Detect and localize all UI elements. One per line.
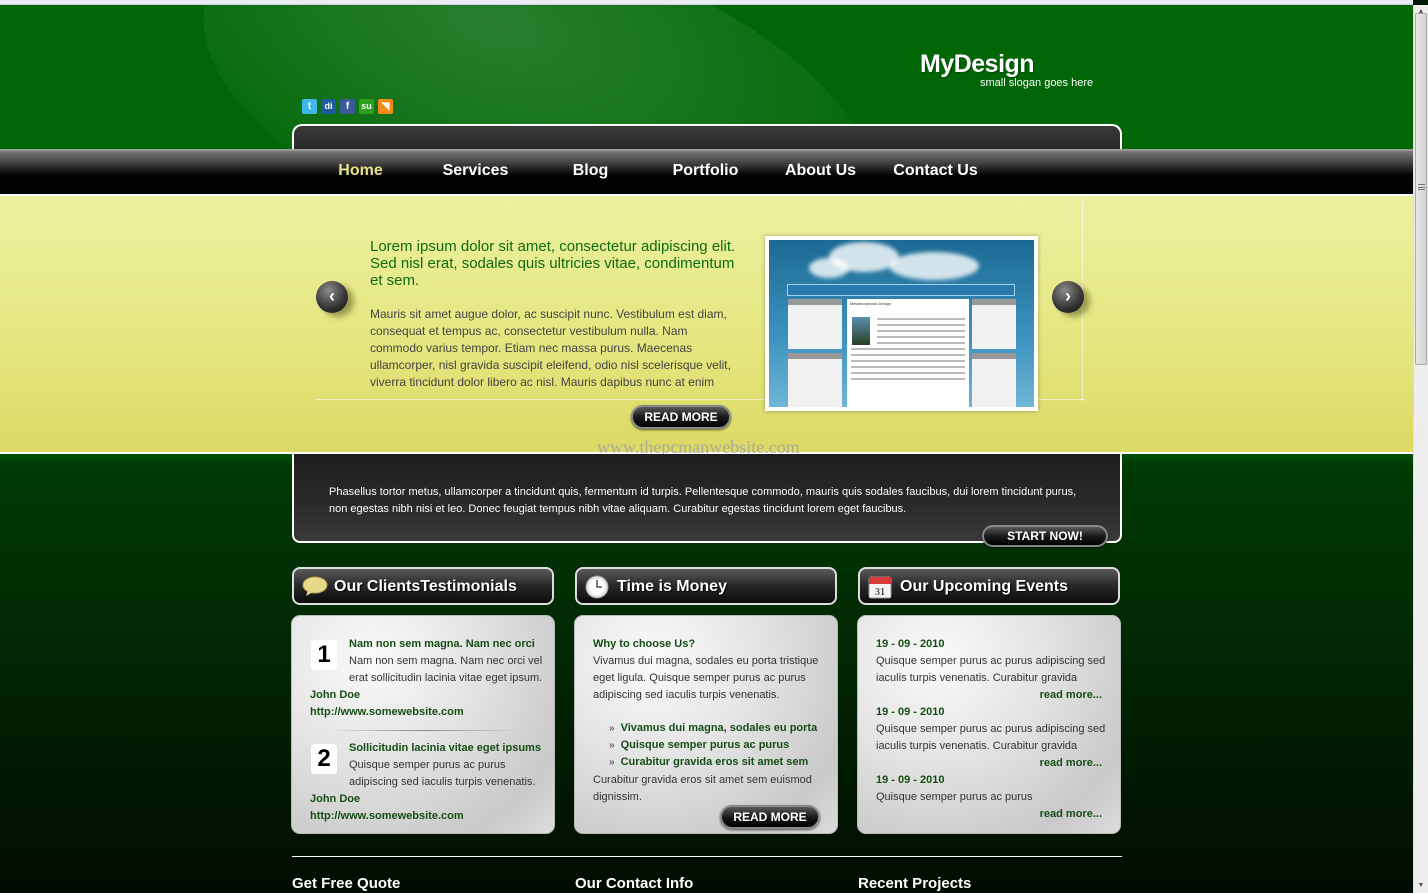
- slide-read-more-button[interactable]: READ MORE: [631, 405, 731, 429]
- time-subheading: Why to choose Us?: [593, 638, 696, 650]
- testimonials-header: Our ClientsTestimonials: [292, 567, 554, 605]
- site-name[interactable]: MyDesign: [920, 50, 1035, 79]
- testimonial-author: John Doe: [310, 689, 361, 701]
- footer-heading-quote: Get Free Quote: [292, 875, 401, 892]
- time-box: Why to choose Us? Vivamus dui magna, sod…: [574, 615, 838, 834]
- slider-next-button[interactable]: ›: [1052, 281, 1084, 313]
- vertical-scrollbar[interactable]: ▲ ▼: [1413, 5, 1428, 893]
- event-item: 19 - 09 - 2010 Quisque semper purus ac p…: [876, 704, 1106, 755]
- testimonial-heading: Sollicitudin lacinia vitae eget ipsums: [349, 742, 541, 754]
- events-title: Our Upcoming Events: [900, 578, 1069, 595]
- list-item: Curabitur gravida eros sit amet sem: [609, 754, 817, 771]
- testimonials-title: Our ClientsTestimonials: [334, 578, 517, 595]
- events-box: 19 - 09 - 2010 Quisque semper purus ac p…: [857, 615, 1121, 834]
- testimonial-number: 2: [311, 744, 337, 774]
- main-nav: Home Services Blog Portfolio About Us Co…: [0, 149, 1413, 194]
- events-header: 31 Our Upcoming Events: [858, 567, 1120, 605]
- social-icons: t di f su ◥: [302, 99, 393, 114]
- testimonial-separator: [327, 730, 522, 731]
- testimonial-text: Quisque semper purus ac purus adipiscing…: [349, 759, 536, 788]
- event-read-more-link[interactable]: read more...: [1040, 755, 1102, 772]
- rss-icon[interactable]: ◥: [378, 99, 393, 114]
- time-intro: Vivamus dui magna, sodales eu porta tris…: [593, 655, 819, 701]
- slide-title: Lorem ipsum dolor sit amet, consectetur …: [370, 238, 736, 289]
- testimonial-heading: Nam non sem magna. Nam nec orci: [349, 638, 535, 650]
- stumbleupon-icon[interactable]: su: [359, 99, 374, 114]
- event-text: Quisque semper purus ac purus: [876, 791, 1033, 803]
- chevron-right-icon: ›: [1065, 286, 1071, 306]
- event-date: 19 - 09 - 2010: [876, 638, 945, 650]
- nav-item-blog[interactable]: Blog: [533, 151, 648, 191]
- clock-icon: [585, 575, 609, 599]
- chevron-left-icon: ‹: [329, 286, 335, 306]
- time-outro: Curabitur gravida eros sit amet sem euis…: [593, 774, 812, 803]
- calendar-icon: 31: [868, 575, 892, 599]
- testimonials-box: 1 Nam non sem magna. Nam nec orci Nam no…: [291, 615, 555, 834]
- event-item: 19 - 09 - 2010 Quisque semper purus ac p…: [876, 772, 1106, 806]
- event-text: Quisque semper purus ac purus adipiscing…: [876, 723, 1106, 752]
- event-item: 19 - 09 - 2010 Quisque semper purus ac p…: [876, 636, 1106, 687]
- list-item: Vivamus dui magna, sodales eu porta: [609, 720, 818, 737]
- facebook-icon[interactable]: f: [340, 99, 355, 114]
- speech-bubble-icon: [302, 575, 328, 597]
- nav-item-services[interactable]: Services: [418, 151, 533, 191]
- nav-item-contact-us[interactable]: Contact Us: [878, 151, 993, 191]
- event-date: 19 - 09 - 2010: [876, 774, 945, 786]
- footer-heading-projects: Recent Projects: [858, 875, 972, 892]
- nav-item-about-us[interactable]: About Us: [763, 151, 878, 191]
- featured-slider: ‹ Lorem ipsum dolor sit amet, consectetu…: [0, 194, 1413, 454]
- scrollbar-thumb[interactable]: [1415, 13, 1427, 365]
- slide-image[interactable]: Metamorphosis Design: [765, 236, 1038, 411]
- list-item: Quisque semper purus ac purus: [609, 737, 817, 754]
- page: MyDesign small slogan goes here t di f s…: [0, 5, 1413, 893]
- site-brand[interactable]: MyDesign small slogan goes here: [920, 50, 1093, 89]
- slider-prev-button[interactable]: ‹: [316, 281, 348, 313]
- site-slogan: small slogan goes here: [980, 77, 1094, 89]
- time-read-more-button[interactable]: READ MORE: [720, 805, 820, 829]
- testimonial-link[interactable]: http://www.somewebsite.com: [310, 808, 464, 825]
- time-header: Time is Money: [575, 567, 837, 605]
- digg-icon[interactable]: di: [321, 99, 336, 114]
- promo-text: Phasellus tortor metus, ullamcorper a ti…: [329, 486, 1077, 515]
- nav-item-home[interactable]: Home: [303, 151, 418, 191]
- event-text: Quisque semper purus ac purus adipiscing…: [876, 655, 1106, 684]
- slide-body: Mauris sit amet augue dolor, ac suscipit…: [370, 307, 731, 389]
- thumb-title: Metamorphosis Design: [850, 301, 891, 306]
- start-now-button[interactable]: START NOW!: [982, 525, 1108, 547]
- svg-text:31: 31: [875, 587, 885, 598]
- testimonial-number: 1: [311, 640, 337, 670]
- footer-divider: [292, 856, 1122, 857]
- scroll-down-arrow-icon[interactable]: ▼: [1414, 879, 1428, 893]
- event-date: 19 - 09 - 2010: [876, 706, 945, 718]
- grip-icon: [1418, 184, 1425, 190]
- time-title: Time is Money: [617, 578, 727, 595]
- footer-heading-contact: Our Contact Info: [575, 875, 694, 892]
- twitter-icon[interactable]: t: [302, 99, 317, 114]
- testimonial-text: Nam non sem magna. Nam nec orci vel erat…: [349, 655, 543, 684]
- time-bullet-list: Vivamus dui magna, sodales eu porta Quis…: [609, 720, 818, 771]
- nav-item-portfolio[interactable]: Portfolio: [648, 151, 763, 191]
- thumb-nav: [787, 284, 1015, 296]
- event-read-more-link[interactable]: read more...: [1040, 687, 1102, 704]
- testimonial-author: John Doe: [310, 793, 361, 805]
- event-read-more-link[interactable]: read more...: [1040, 806, 1102, 823]
- testimonial-link[interactable]: http://www.somewebsite.com: [310, 704, 464, 721]
